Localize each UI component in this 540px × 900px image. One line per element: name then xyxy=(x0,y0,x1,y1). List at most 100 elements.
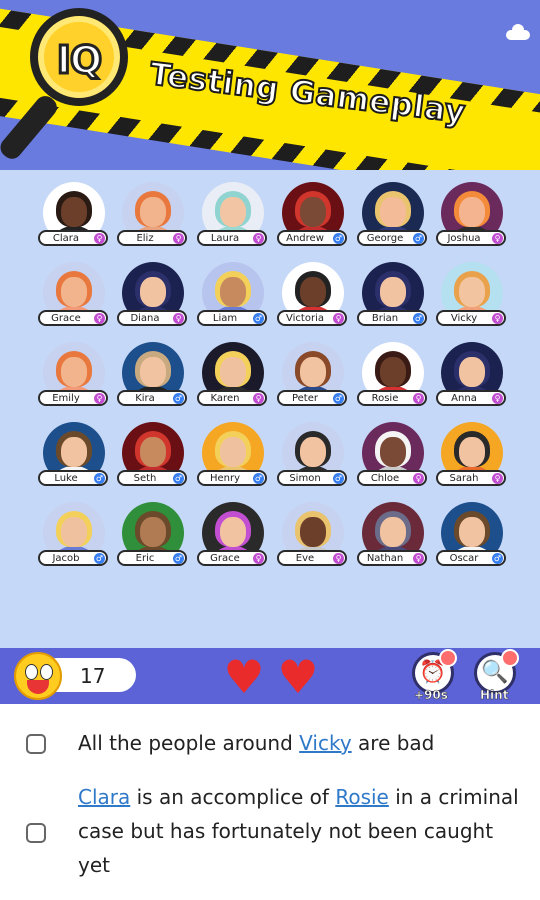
female-icon: ♀ xyxy=(94,393,105,404)
character-name: Anna xyxy=(451,393,477,404)
hint-label: Hint xyxy=(480,688,509,703)
character-card[interactable]: Seth ♂ xyxy=(117,422,189,500)
character-card[interactable]: Simon ♂ xyxy=(277,422,349,500)
name-tag: Eric ♂ xyxy=(117,550,187,566)
character-card[interactable]: Karen ♀ xyxy=(197,342,269,420)
statement-fragment: All the people around xyxy=(78,731,300,755)
character-card[interactable]: Victoria ♀ xyxy=(277,262,349,340)
character-card[interactable]: Eric ♂ xyxy=(117,502,189,580)
character-name: Brian xyxy=(371,313,399,324)
name-tag: Eve ♀ xyxy=(277,550,347,566)
character-name: Jacob xyxy=(52,553,80,564)
character-card[interactable]: Henry ♂ xyxy=(197,422,269,500)
character-link[interactable]: Rosie xyxy=(335,785,389,809)
male-icon: ♂ xyxy=(413,233,424,244)
laughing-emoji-icon xyxy=(14,652,62,700)
statement-option[interactable]: Clara is an accomplice of Rosie in a cri… xyxy=(26,780,520,890)
character-card[interactable]: Vicky ♀ xyxy=(436,262,508,340)
name-tag: Liam ♂ xyxy=(197,310,267,326)
female-icon: ♀ xyxy=(333,553,344,564)
character-card[interactable]: Chloe ♀ xyxy=(357,422,429,500)
name-tag: Seth ♂ xyxy=(117,470,187,486)
character-name: Peter xyxy=(291,393,318,404)
female-icon: ♀ xyxy=(173,313,184,324)
name-tag: Nathan ♀ xyxy=(357,550,427,566)
name-tag: Emily ♀ xyxy=(38,390,108,406)
name-tag: Luke ♂ xyxy=(38,470,108,486)
statement-text: All the people around Vicky are bad xyxy=(78,726,520,760)
name-tag: Clara ♀ xyxy=(38,230,108,246)
character-name: Diana xyxy=(130,313,160,324)
name-tag: Sarah ♀ xyxy=(436,470,506,486)
male-icon: ♂ xyxy=(492,553,503,564)
character-name: Andrew xyxy=(286,233,324,244)
character-name: Eve xyxy=(295,553,315,564)
character-name: Emily xyxy=(52,393,80,404)
status-bar: 17 ♥ ♥ ⏰ +90s 🔍 Hint xyxy=(0,648,540,704)
name-tag: Brian ♂ xyxy=(357,310,427,326)
character-card[interactable]: Kira ♂ xyxy=(117,342,189,420)
character-card[interactable]: Peter ♂ xyxy=(277,342,349,420)
character-card[interactable]: Eve ♀ xyxy=(277,502,349,580)
statement-text: Clara is an accomplice of Rosie in a cri… xyxy=(78,780,520,882)
name-tag: Simon ♂ xyxy=(277,470,347,486)
character-card[interactable]: Oscar ♂ xyxy=(436,502,508,580)
female-icon: ♀ xyxy=(253,393,264,404)
character-card[interactable]: Luke ♂ xyxy=(38,422,110,500)
character-name: Chloe xyxy=(370,473,400,484)
character-card[interactable]: Liam ♂ xyxy=(197,262,269,340)
character-card[interactable]: Grace ♀ xyxy=(38,262,110,340)
character-card[interactable]: Jacob ♂ xyxy=(38,502,110,580)
name-tag: Henry ♂ xyxy=(197,470,267,486)
female-icon: ♀ xyxy=(413,553,424,564)
character-name: Luke xyxy=(54,473,78,484)
ad-badge-icon xyxy=(501,649,519,667)
male-icon: ♂ xyxy=(333,233,344,244)
character-card[interactable]: Emily ♀ xyxy=(38,342,110,420)
character-card[interactable]: Grace ♀ xyxy=(197,502,269,580)
logo-text: IQ xyxy=(55,37,103,84)
heart-life-icon: ♥ xyxy=(277,650,319,704)
character-card[interactable]: Brian ♂ xyxy=(357,262,429,340)
character-card[interactable]: George ♂ xyxy=(357,182,429,260)
statement-fragment: are bad xyxy=(351,731,435,755)
female-icon: ♀ xyxy=(492,393,503,404)
male-icon: ♂ xyxy=(173,473,184,484)
character-card[interactable]: Sarah ♀ xyxy=(436,422,508,500)
character-card[interactable]: Nathan ♀ xyxy=(357,502,429,580)
character-card[interactable]: Joshua ♀ xyxy=(436,182,508,260)
character-name: Sarah xyxy=(449,473,479,484)
character-name: Oscar xyxy=(449,553,479,564)
character-card[interactable]: Andrew ♂ xyxy=(277,182,349,260)
statement-checkbox[interactable] xyxy=(26,734,46,754)
character-link[interactable]: Clara xyxy=(78,785,130,809)
male-icon: ♂ xyxy=(413,313,424,324)
character-card[interactable]: Rosie ♀ xyxy=(357,342,429,420)
statement-checkbox[interactable] xyxy=(26,823,46,843)
female-icon: ♀ xyxy=(492,473,503,484)
character-card[interactable]: Laura ♀ xyxy=(197,182,269,260)
statement-fragment: is an accomplice of xyxy=(130,785,336,809)
character-card[interactable]: Eliz ♀ xyxy=(117,182,189,260)
name-tag: Rosie ♀ xyxy=(357,390,427,406)
character-name: Victoria xyxy=(286,313,324,324)
character-name: Grace xyxy=(51,313,81,324)
name-tag: George ♂ xyxy=(357,230,427,246)
name-tag: Jacob ♂ xyxy=(38,550,108,566)
character-card[interactable]: Clara ♀ xyxy=(38,182,110,260)
male-icon: ♂ xyxy=(173,553,184,564)
character-name: Henry xyxy=(209,473,241,484)
statement-option[interactable]: All the people around Vicky are bad xyxy=(26,726,520,766)
name-tag: Kira ♂ xyxy=(117,390,187,406)
character-name: Clara xyxy=(52,233,80,244)
female-icon: ♀ xyxy=(173,233,184,244)
character-name: Rosie xyxy=(371,393,399,404)
score-value: 17 xyxy=(80,664,106,688)
character-name: Simon xyxy=(289,473,321,484)
character-card[interactable]: Anna ♀ xyxy=(436,342,508,420)
heart-life-icon: ♥ xyxy=(223,650,265,704)
character-link[interactable]: Vicky xyxy=(299,731,352,755)
character-name: Eliz xyxy=(136,233,154,244)
character-card[interactable]: Diana ♀ xyxy=(117,262,189,340)
magnifier-logo-icon: IQ xyxy=(30,8,128,106)
